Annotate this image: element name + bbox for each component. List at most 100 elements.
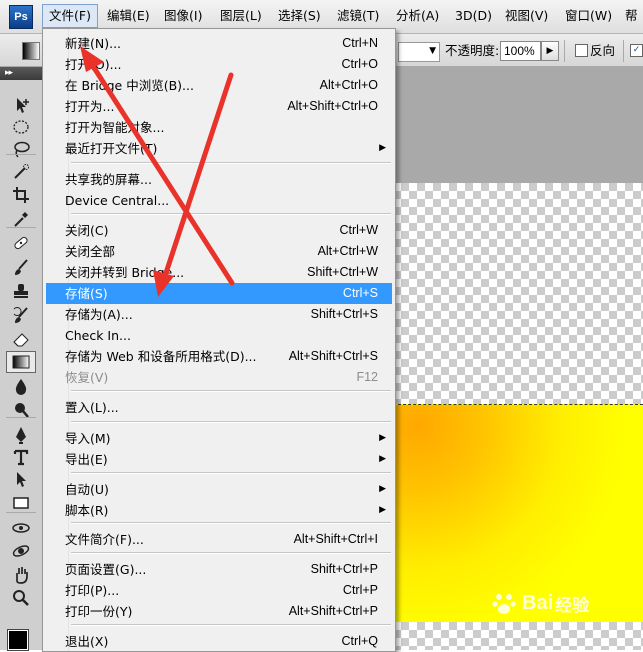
opacity-input[interactable]: 100%: [500, 41, 541, 61]
collapse-icon[interactable]: ▸▸: [5, 67, 13, 80]
paw-icon: [492, 594, 516, 614]
crop-icon[interactable]: [7, 185, 35, 205]
pen-icon[interactable]: [7, 425, 35, 445]
toolbox-header[interactable]: ▸▸: [0, 67, 42, 80]
lasso-icon[interactable]: [7, 139, 35, 159]
eyedropper-icon[interactable]: [7, 209, 35, 229]
file-menu-item[interactable]: 脚本(R) ▶: [46, 500, 392, 521]
file-menu-item[interactable]: 打开为... Alt+Shift+Ctrl+O: [46, 96, 392, 117]
file-menu-item[interactable]: 存储为(A)... Shift+Ctrl+S: [46, 304, 392, 325]
foreground-color-swatch[interactable]: [7, 629, 29, 651]
file-menu-item[interactable]: 关闭并转到 Bridge... Shift+Ctrl+W: [46, 262, 392, 283]
menu-item-label: 退出(X): [65, 634, 109, 649]
menu-item-shortcut: Alt+Shift+Ctrl+O: [287, 99, 378, 113]
menu-item-label: 自动(U): [65, 482, 109, 497]
file-menu-item[interactable]: 打开(O)... Ctrl+O: [46, 54, 392, 75]
menu-3d[interactable]: 3D(D): [449, 5, 498, 27]
menu-item-label: Device Central...: [65, 193, 170, 208]
hand-icon[interactable]: [7, 564, 35, 584]
path-select-icon[interactable]: [7, 469, 35, 489]
menu-item-label: 存储为 Web 和设备所用格式(D)...: [65, 349, 257, 364]
3d-orbit-icon[interactable]: [7, 541, 35, 561]
file-menu-item[interactable]: 退出(X) Ctrl+Q: [46, 631, 392, 652]
file-menu-item[interactable]: 共享我的屏幕...: [46, 169, 392, 190]
file-menu-item[interactable]: 打印一份(Y) Alt+Shift+Ctrl+P: [46, 601, 392, 622]
healing-brush-icon[interactable]: [7, 233, 35, 253]
menu-item-label: 关闭(C): [65, 223, 109, 238]
quick-select-icon[interactable]: [7, 162, 35, 182]
menu-item-label: 在 Bridge 中浏览(B)...: [65, 78, 194, 93]
chevron-down-icon: ▼: [429, 46, 436, 56]
menu-separator: [71, 213, 391, 215]
menu-help[interactable]: 帮: [619, 5, 643, 27]
file-menu-item[interactable]: 置入(L)...: [46, 397, 392, 418]
menu-item-label: 置入(L)...: [65, 400, 119, 415]
menu-item-label: 关闭全部: [65, 244, 116, 259]
file-menu-dropdown: 新建(N)... Ctrl+N 打开(O)... Ctrl+O 在 Bridge 中浏览…: [42, 28, 396, 652]
file-menu-item[interactable]: 在 Bridge 中浏览(B)... Alt+Ctrl+O: [46, 75, 392, 96]
reverse-checkbox[interactable]: [575, 44, 588, 57]
file-menu-item[interactable]: 导入(M) ▶: [46, 428, 392, 449]
rectangle-icon[interactable]: [7, 493, 35, 513]
file-menu-item[interactable]: 打开为智能对象...: [46, 117, 392, 138]
menu-filter[interactable]: 滤镜(T): [331, 5, 385, 27]
menu-edit[interactable]: 编辑(E): [101, 5, 156, 27]
mode-dropdown[interactable]: ▼: [398, 42, 440, 62]
file-menu-item[interactable]: Device Central...: [46, 190, 392, 211]
menu-item-shortcut: F12: [356, 370, 378, 384]
brush-icon[interactable]: [7, 257, 35, 277]
photoshop-logo: Ps: [9, 5, 33, 29]
gradient-icon[interactable]: [6, 351, 36, 373]
menu-analysis[interactable]: 分析(A): [390, 5, 445, 27]
file-menu-item[interactable]: 自动(U) ▶: [46, 479, 392, 500]
file-menu-item[interactable]: 关闭(C) Ctrl+W: [46, 220, 392, 241]
menu-separator: [71, 421, 391, 423]
menu-item-label: 打印一份(Y): [65, 604, 133, 619]
file-menu-item[interactable]: Check In...: [46, 325, 392, 346]
file-menu-item[interactable]: 打印(P)... Ctrl+P: [46, 580, 392, 601]
menu-separator: [71, 552, 391, 554]
menu-item-shortcut: Shift+Ctrl+P: [310, 562, 378, 576]
menu-item-shortcut: Ctrl+W: [339, 223, 378, 237]
file-menu-item[interactable]: 最近打开文件(T) ▶: [46, 138, 392, 159]
menu-item-label: 导入(M): [65, 431, 111, 446]
options-divider: [564, 40, 565, 62]
menu-item-label: 打印(P)...: [65, 583, 120, 598]
toolbox-divider: [6, 227, 36, 228]
menu-item-shortcut: Ctrl+Q: [341, 634, 378, 648]
move-icon[interactable]: [7, 95, 35, 115]
3d-rotate-icon[interactable]: [7, 518, 35, 538]
menu-item-label: 恢复(V): [65, 370, 109, 385]
menu-file[interactable]: 文件(F): [42, 4, 98, 28]
menu-image[interactable]: 图像(I): [158, 5, 208, 27]
baidu-watermark: Bai 经验: [490, 583, 589, 623]
menu-window[interactable]: 窗口(W): [559, 5, 618, 27]
eraser-icon[interactable]: [7, 329, 35, 349]
blur-icon[interactable]: [7, 376, 35, 396]
menu-select[interactable]: 选择(S): [272, 5, 327, 27]
canvas-transparent-region[interactable]: [393, 183, 643, 404]
file-menu-item[interactable]: 导出(E) ▶: [46, 449, 392, 470]
marquee-icon[interactable]: [7, 117, 35, 137]
file-menu-item: 恢复(V) F12: [46, 367, 392, 388]
menu-separator: [71, 624, 391, 626]
file-menu-item[interactable]: 关闭全部 Alt+Ctrl+W: [46, 241, 392, 262]
menu-layer[interactable]: 图层(L): [214, 5, 268, 27]
file-menu-item[interactable]: 页面设置(G)... Shift+Ctrl+P: [46, 559, 392, 580]
menu-item-label: 最近打开文件(T): [65, 141, 158, 156]
file-menu-item[interactable]: 存储为 Web 和设备所用格式(D)... Alt+Shift+Ctrl+S: [46, 346, 392, 367]
type-icon[interactable]: [7, 447, 35, 467]
menu-view[interactable]: 视图(V): [499, 5, 554, 27]
zoom-icon[interactable]: [7, 588, 35, 608]
file-menu-item[interactable]: 文件简介(F)... Alt+Shift+Ctrl+I: [46, 529, 392, 550]
file-menu-item[interactable]: 存储(S) Ctrl+S: [46, 283, 392, 304]
opacity-slider-button[interactable]: ▶: [541, 41, 559, 61]
history-brush-icon[interactable]: [7, 305, 35, 325]
canvas-transparent-region-bottom[interactable]: [393, 622, 643, 650]
menu-item-shortcut: Shift+Ctrl+S: [310, 307, 378, 321]
clone-stamp-icon[interactable]: [7, 281, 35, 301]
menu-item-shortcut: Alt+Ctrl+W: [317, 244, 378, 258]
file-menu-item[interactable]: 新建(N)... Ctrl+N: [46, 33, 392, 54]
gradient-preset-icon[interactable]: [22, 42, 40, 60]
dither-checkbox[interactable]: ✓: [630, 44, 643, 57]
